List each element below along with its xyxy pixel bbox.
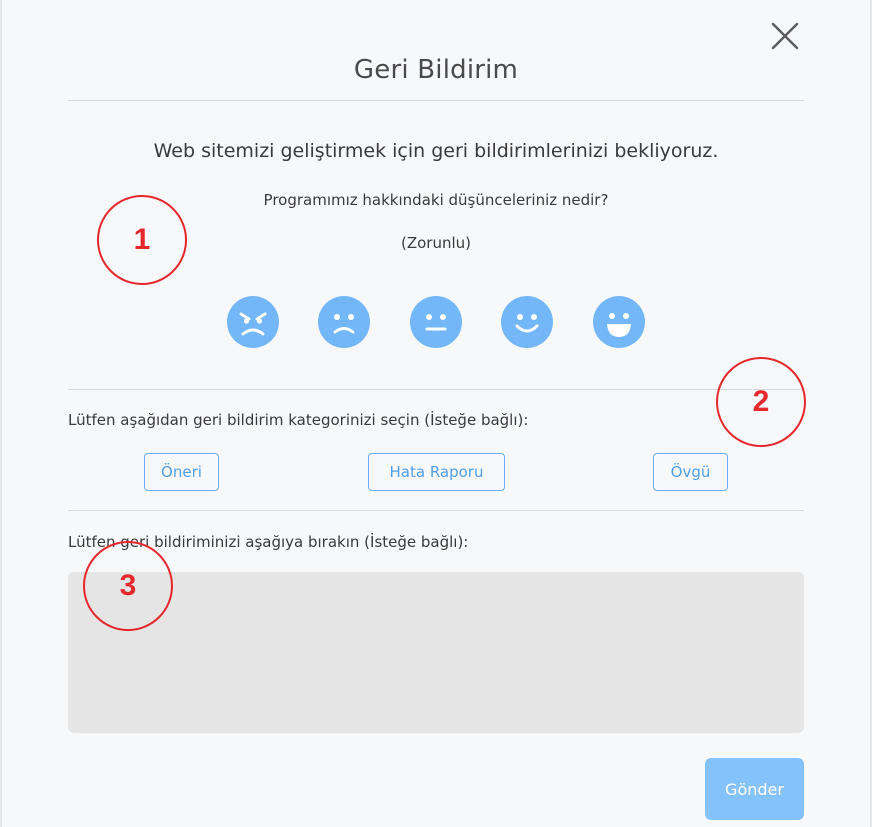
category-divider	[68, 510, 804, 511]
annotation-marker-2: 2	[716, 357, 806, 447]
close-icon	[771, 22, 799, 50]
category-suggestion-button[interactable]: Öneri	[144, 453, 219, 491]
neutral-face-icon	[425, 314, 447, 331]
feedback-textarea[interactable]	[68, 572, 804, 733]
category-praise-button[interactable]: Övgü	[653, 453, 728, 491]
close-button[interactable]	[770, 21, 800, 51]
rating-laughing-button[interactable]	[593, 296, 645, 348]
angry-face-icon	[239, 312, 267, 336]
rating-smile-button[interactable]	[501, 296, 553, 348]
rating-neutral-button[interactable]	[410, 296, 462, 348]
sad-face-icon	[333, 314, 355, 334]
laughing-face-icon	[607, 313, 631, 337]
annotation-marker-3: 3	[83, 541, 173, 631]
submit-button[interactable]: Gönder	[705, 758, 804, 820]
rating-angry-button[interactable]	[227, 296, 279, 348]
dialog-left-border	[0, 0, 2, 827]
title-divider	[68, 100, 804, 101]
annotation-marker-1: 1	[97, 195, 187, 285]
category-bug-report-button[interactable]: Hata Raporu	[368, 453, 505, 491]
smile-face-icon	[515, 314, 539, 333]
rating-sad-button[interactable]	[318, 296, 370, 348]
category-prompt: Lütfen aşağıdan geri bildirim kategorini…	[68, 411, 529, 429]
dialog-title: Geri Bildirim	[353, 55, 519, 85]
rating-divider	[68, 389, 804, 390]
dialog-subtitle: Web sitemizi geliştirmek için geri bildi…	[153, 140, 719, 162]
